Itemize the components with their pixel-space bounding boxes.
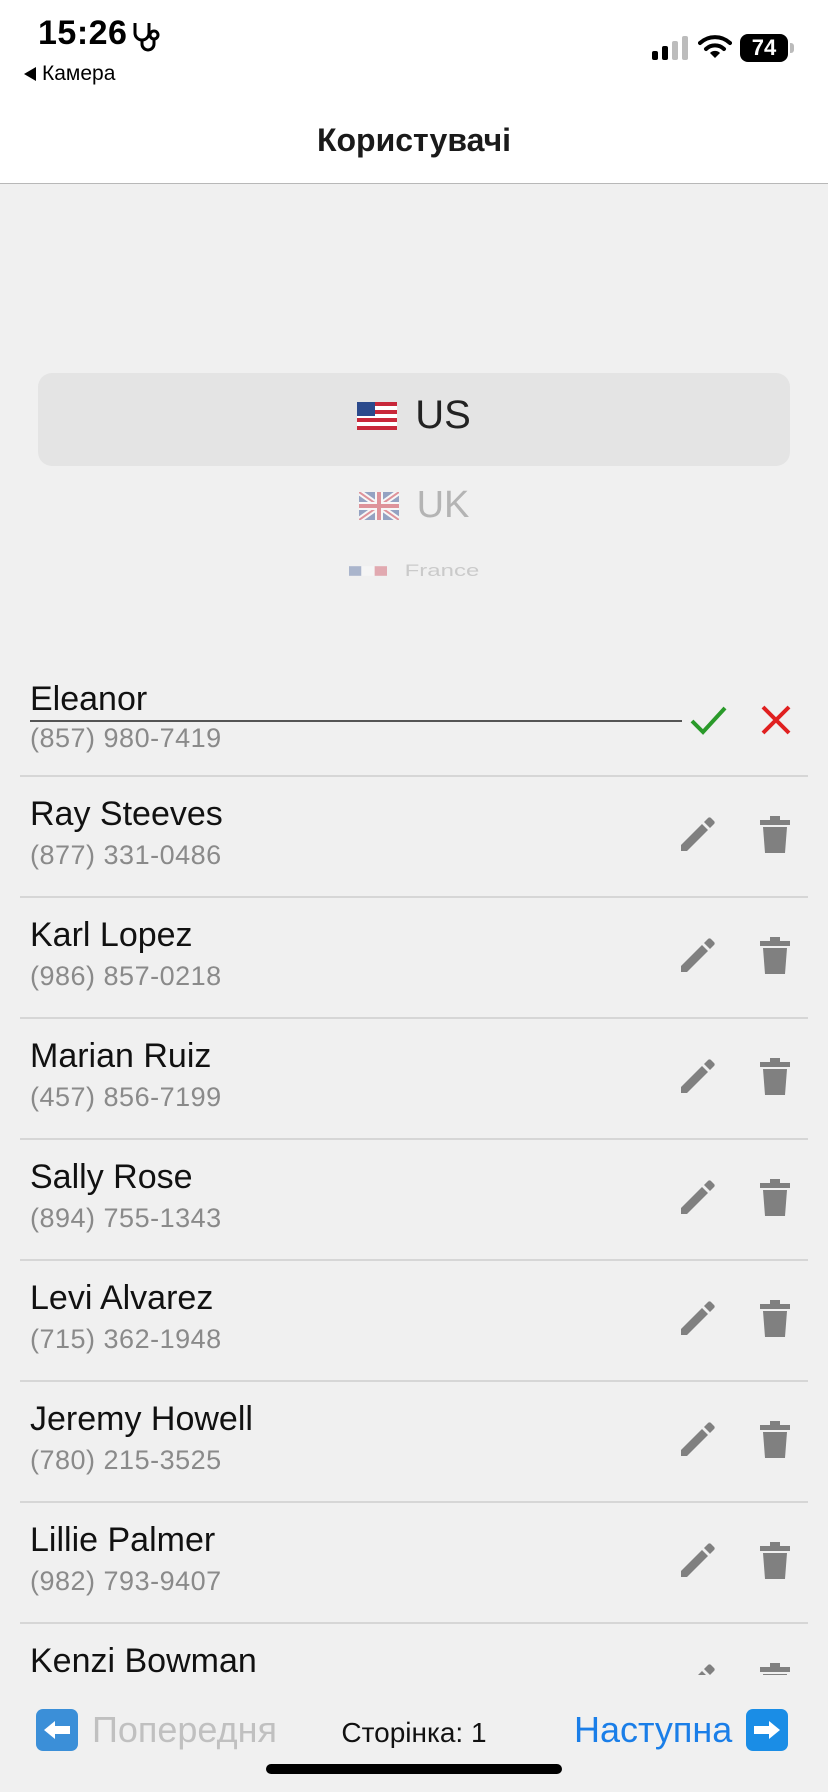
user-list: (857) 980-7419 Ray Steeves (877) 331-0486… [0, 660, 828, 1704]
picker-option-us[interactable]: US [0, 393, 828, 438]
cancel-button[interactable] [751, 695, 801, 745]
user-name: Levi Alvarez [30, 1279, 214, 1317]
picker-option-label: France [404, 561, 480, 581]
pencil-icon [681, 1059, 715, 1093]
edit-button[interactable] [672, 1173, 722, 1223]
pencil-icon [681, 1543, 715, 1577]
back-arrow-icon [24, 67, 36, 81]
user-phone: (715) 362-1948 [30, 1324, 222, 1354]
pencil-icon [681, 938, 715, 972]
name-edit-input[interactable] [30, 678, 682, 722]
user-name: Marian Ruiz [30, 1037, 212, 1075]
checkmark-icon [690, 706, 727, 735]
battery-indicator: 74 [740, 34, 788, 62]
trash-icon [760, 937, 790, 974]
delete-button[interactable] [750, 931, 800, 981]
picker-option-france[interactable]: France [0, 561, 828, 581]
user-phone: (894) 755-1343 [30, 1203, 222, 1233]
back-app-label: Камера [42, 62, 116, 85]
picker-option-uk[interactable]: UK [0, 484, 828, 527]
user-name: Karl Lopez [30, 916, 193, 954]
pencil-icon [681, 1301, 715, 1335]
user-name: Lillie Palmer [30, 1521, 216, 1559]
user-phone: (780) 215-3525 [30, 1445, 222, 1475]
trash-icon [760, 1179, 790, 1216]
user-phone: (857) 980-7419 [30, 723, 222, 753]
trash-icon [760, 816, 790, 853]
user-phone: (877) 331-0486 [30, 840, 222, 870]
list-item-editing: (857) 980-7419 [20, 660, 808, 777]
battery-cap [790, 43, 794, 53]
home-indicator[interactable] [266, 1764, 562, 1774]
list-item[interactable]: Marian Ruiz (457) 856-7199 [20, 1019, 808, 1140]
edit-button[interactable] [672, 1536, 722, 1586]
status-bar: 15:26 Камера 74 [0, 0, 828, 100]
user-name: Jeremy Howell [30, 1400, 253, 1438]
picker-option-label: UK [416, 484, 470, 526]
status-time: 15:26 [38, 14, 128, 52]
delete-button[interactable] [750, 1536, 800, 1586]
edit-button[interactable] [672, 931, 722, 981]
edit-button[interactable] [672, 1294, 722, 1344]
page-title: Користувачі [316, 122, 512, 158]
navigation-bar: Користувачі [0, 100, 828, 184]
list-item[interactable]: Karl Lopez (986) 857-0218 [20, 898, 808, 1019]
back-to-app-link[interactable]: Камера [24, 62, 115, 86]
cellular-signal-icon [652, 36, 688, 60]
user-phone: (986) 857-0218 [30, 961, 222, 991]
right-arrow-icon [746, 1709, 789, 1751]
list-item[interactable]: Ray Steeves (877) 331-0486 [20, 777, 808, 898]
trash-icon [760, 1058, 790, 1095]
delete-button[interactable] [750, 1173, 800, 1223]
pagination-bar: Попередня Сторінка: 1 Наступна [0, 1675, 828, 1792]
delete-button[interactable] [750, 810, 800, 860]
edit-button[interactable] [672, 810, 722, 860]
list-item[interactable]: Lillie Palmer (982) 793-9407 [20, 1503, 808, 1624]
next-page-button[interactable]: Наступна [574, 1709, 789, 1751]
user-phone: (982) 793-9407 [30, 1566, 222, 1596]
edit-button[interactable] [672, 1415, 722, 1465]
trash-icon [760, 1542, 790, 1579]
pencil-icon [681, 817, 715, 851]
confirm-button[interactable] [683, 695, 733, 745]
edit-button[interactable] [672, 1052, 722, 1102]
user-phone: (457) 856-7199 [30, 1082, 222, 1112]
wifi-icon [698, 35, 732, 58]
delete-button[interactable] [750, 1052, 800, 1102]
uk-flag-icon [358, 491, 399, 520]
us-flag-icon [357, 401, 398, 430]
close-icon [761, 705, 791, 735]
delete-button[interactable] [750, 1294, 800, 1344]
list-item[interactable]: Sally Rose (894) 755-1343 [20, 1140, 808, 1261]
france-flag-icon [348, 566, 387, 576]
list-item[interactable]: Jeremy Howell (780) 215-3525 [20, 1382, 808, 1503]
delete-button[interactable] [750, 1415, 800, 1465]
pencil-icon [681, 1422, 715, 1456]
stethoscope-icon [133, 23, 160, 52]
trash-icon [760, 1300, 790, 1337]
trash-icon [760, 1421, 790, 1458]
user-name: Sally Rose [30, 1158, 193, 1196]
list-item[interactable]: Levi Alvarez (715) 362-1948 [20, 1261, 808, 1382]
user-name: Ray Steeves [30, 795, 223, 833]
pencil-icon [681, 1180, 715, 1214]
next-page-label: Наступна [574, 1709, 733, 1750]
picker-option-label: US [415, 393, 471, 437]
